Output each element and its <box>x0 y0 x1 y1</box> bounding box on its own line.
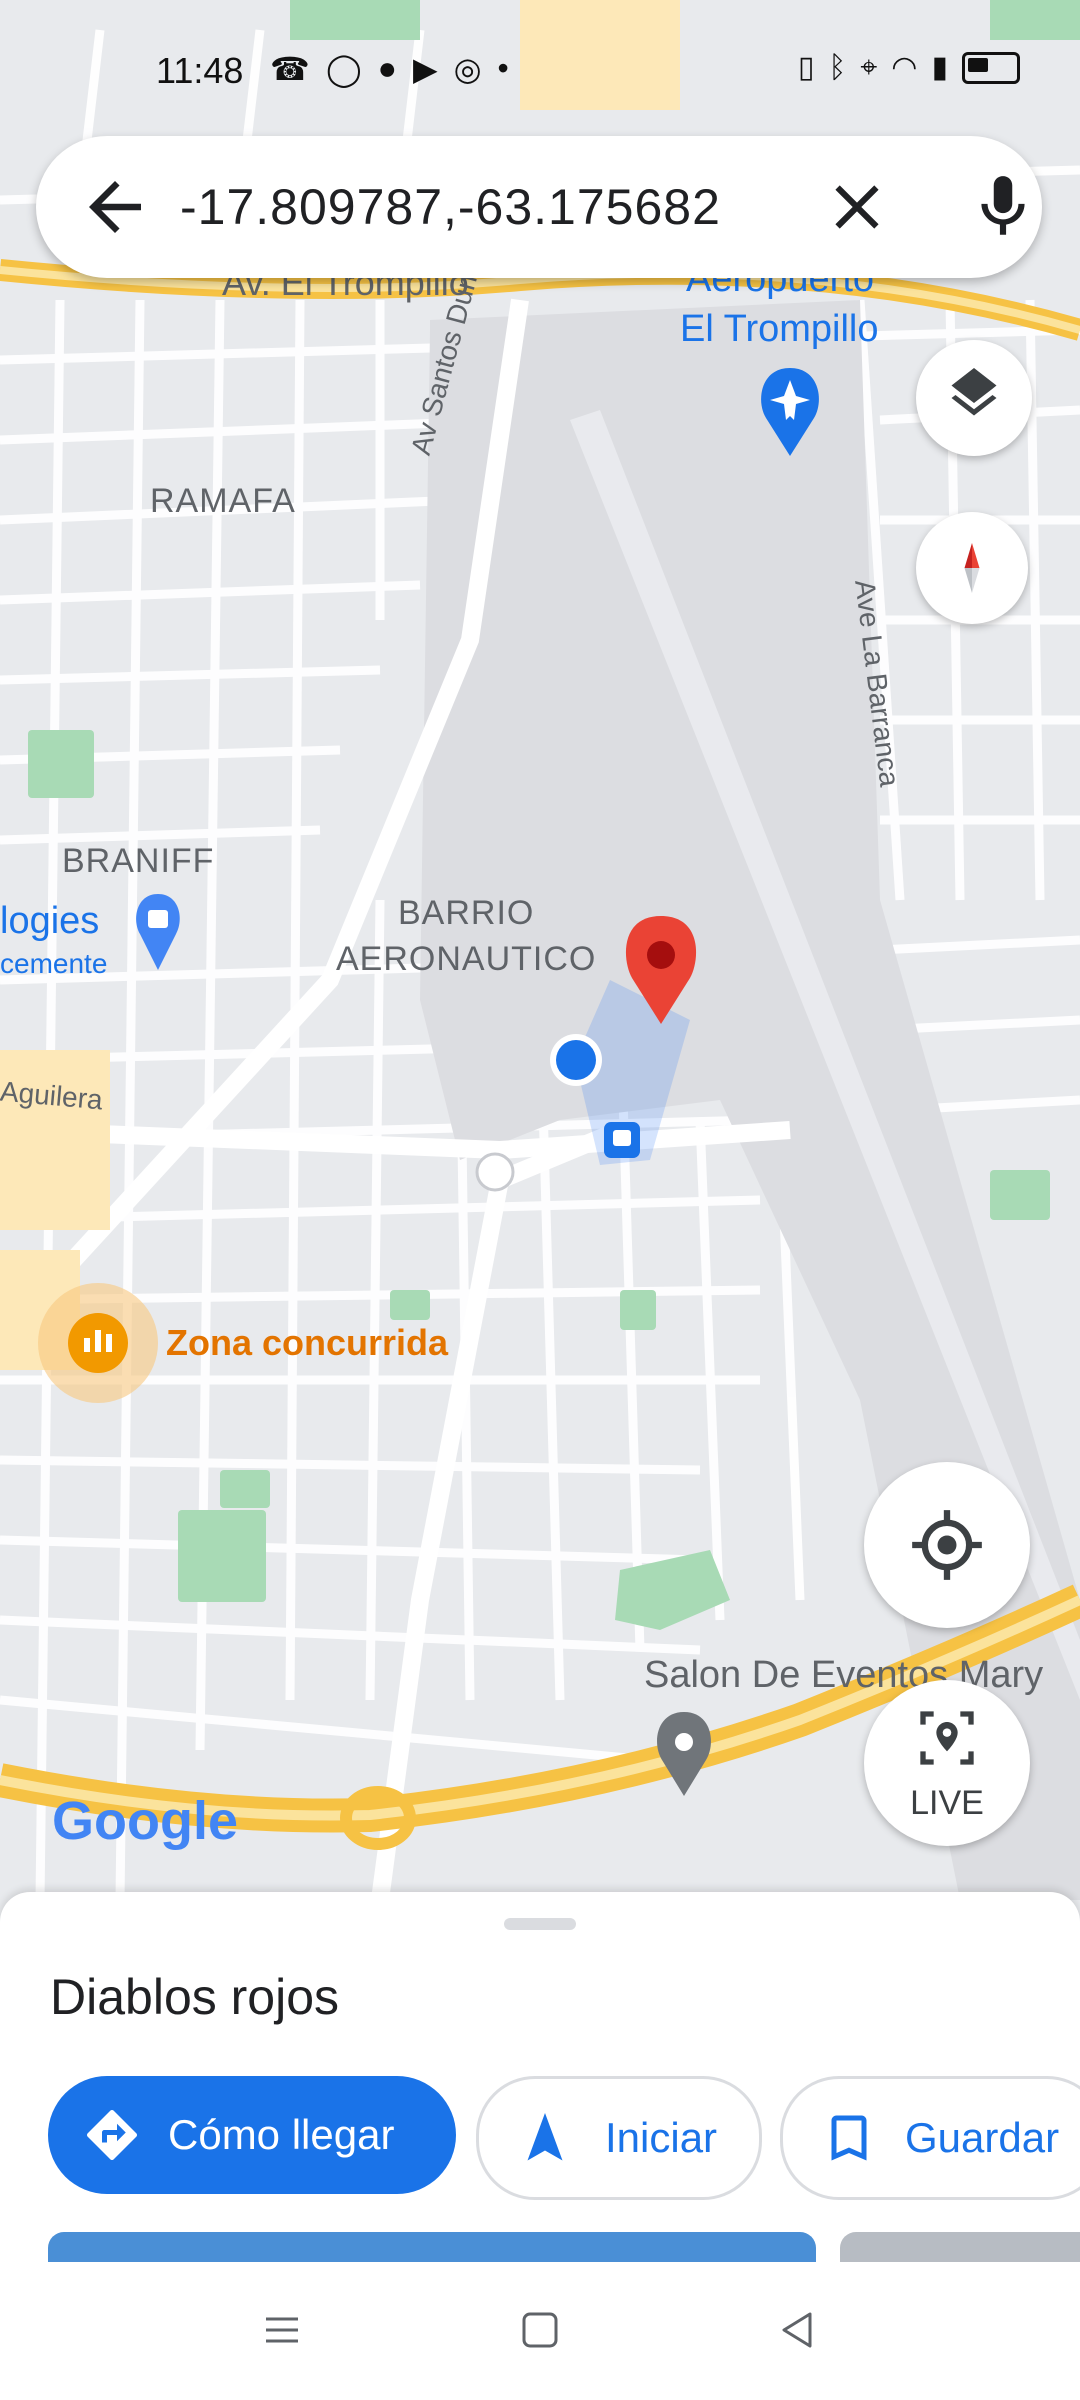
live-view-icon <box>920 1711 974 1765</box>
place-title: Diablos rojos <box>50 1969 340 2025</box>
chrome-icon: ◎ <box>453 51 482 87</box>
live-label: LIVE <box>910 1784 984 1822</box>
neighborhood-label-ramafa: RAMAFA <box>150 482 296 520</box>
compass-icon <box>964 543 980 593</box>
clear-icon[interactable] <box>820 170 894 244</box>
directions-label: Cómo llegar <box>168 2111 395 2158</box>
neighborhood-label-braniff: BRANIFF <box>62 842 215 880</box>
battery-icon <box>962 51 1020 84</box>
neighborhood-label-barrio-line1: BARRIO <box>398 894 535 932</box>
facebook-icon: ● <box>377 50 397 86</box>
status-time: 11:48 <box>156 50 244 91</box>
search-bar[interactable]: -17.809787,-63.175682 <box>36 136 1042 278</box>
start-label: Iniciar <box>605 2114 718 2161</box>
place-sheet[interactable]: Diablos rojos Cómo llegar Iniciar Guarda… <box>0 1892 1080 2292</box>
place-label-logies[interactable]: logies <box>0 900 99 943</box>
whatsapp-icon: ◯ <box>325 51 362 87</box>
sheet-drag-handle[interactable] <box>504 1918 576 1930</box>
start-button[interactable]: Iniciar <box>476 2076 762 2200</box>
directions-icon <box>87 2110 137 2160</box>
directions-button[interactable]: Cómo llegar <box>48 2076 456 2194</box>
system-nav-bar <box>0 2262 1080 2400</box>
save-button[interactable]: Guardar <box>780 2076 1080 2200</box>
save-label: Guardar <box>905 2114 1060 2161</box>
home-icon[interactable] <box>520 2310 560 2350</box>
back-arrow-icon[interactable] <box>76 168 154 246</box>
google-logo: Google <box>52 1791 238 1851</box>
bluetooth-icon: ᛒ <box>828 50 847 84</box>
status-bar: 11:48 ☎ ◯ ● ▶ ◎ • ▯ ᛒ ⌖ ◠ ▮ <box>0 0 1080 140</box>
location-icon: ⌖ <box>860 50 878 84</box>
crosshair-icon <box>912 1510 982 1580</box>
menu-icon[interactable] <box>262 2310 302 2350</box>
airport-label-line2[interactable]: El Trompillo <box>680 308 879 351</box>
layers-button[interactable] <box>916 340 1032 456</box>
compass-button[interactable] <box>916 512 1028 624</box>
layers-icon <box>951 368 997 416</box>
place-label-cemente[interactable]: cemente <box>0 948 107 980</box>
busy-zone-label[interactable]: Zona concurrida <box>166 1322 448 1364</box>
mic-icon[interactable] <box>966 170 1040 244</box>
navigation-arrow-icon <box>527 2113 563 2161</box>
live-view-button[interactable]: LIVE <box>864 1680 1030 1846</box>
vibrate-icon: ▯ <box>797 51 815 84</box>
neighborhood-label-barrio-line2: AERONAUTICO <box>336 940 597 978</box>
notification-icons: ☎ ◯ ● ▶ ◎ • <box>270 50 509 88</box>
youtube-icon: ▶ <box>413 51 438 87</box>
dot-icon: • <box>497 50 509 86</box>
system-icons: ▯ ᛒ ⌖ ◠ ▮ <box>798 50 1020 85</box>
search-query-text[interactable]: -17.809787,-63.175682 <box>180 178 721 236</box>
missed-call-icon: ☎ <box>270 51 310 87</box>
bookmark-icon <box>831 2115 867 2161</box>
wifi-icon: ◠ <box>891 51 918 84</box>
my-location-button[interactable] <box>864 1462 1030 1628</box>
signal-icon: ▮ <box>931 51 948 84</box>
back-triangle-icon[interactable] <box>778 2310 818 2350</box>
